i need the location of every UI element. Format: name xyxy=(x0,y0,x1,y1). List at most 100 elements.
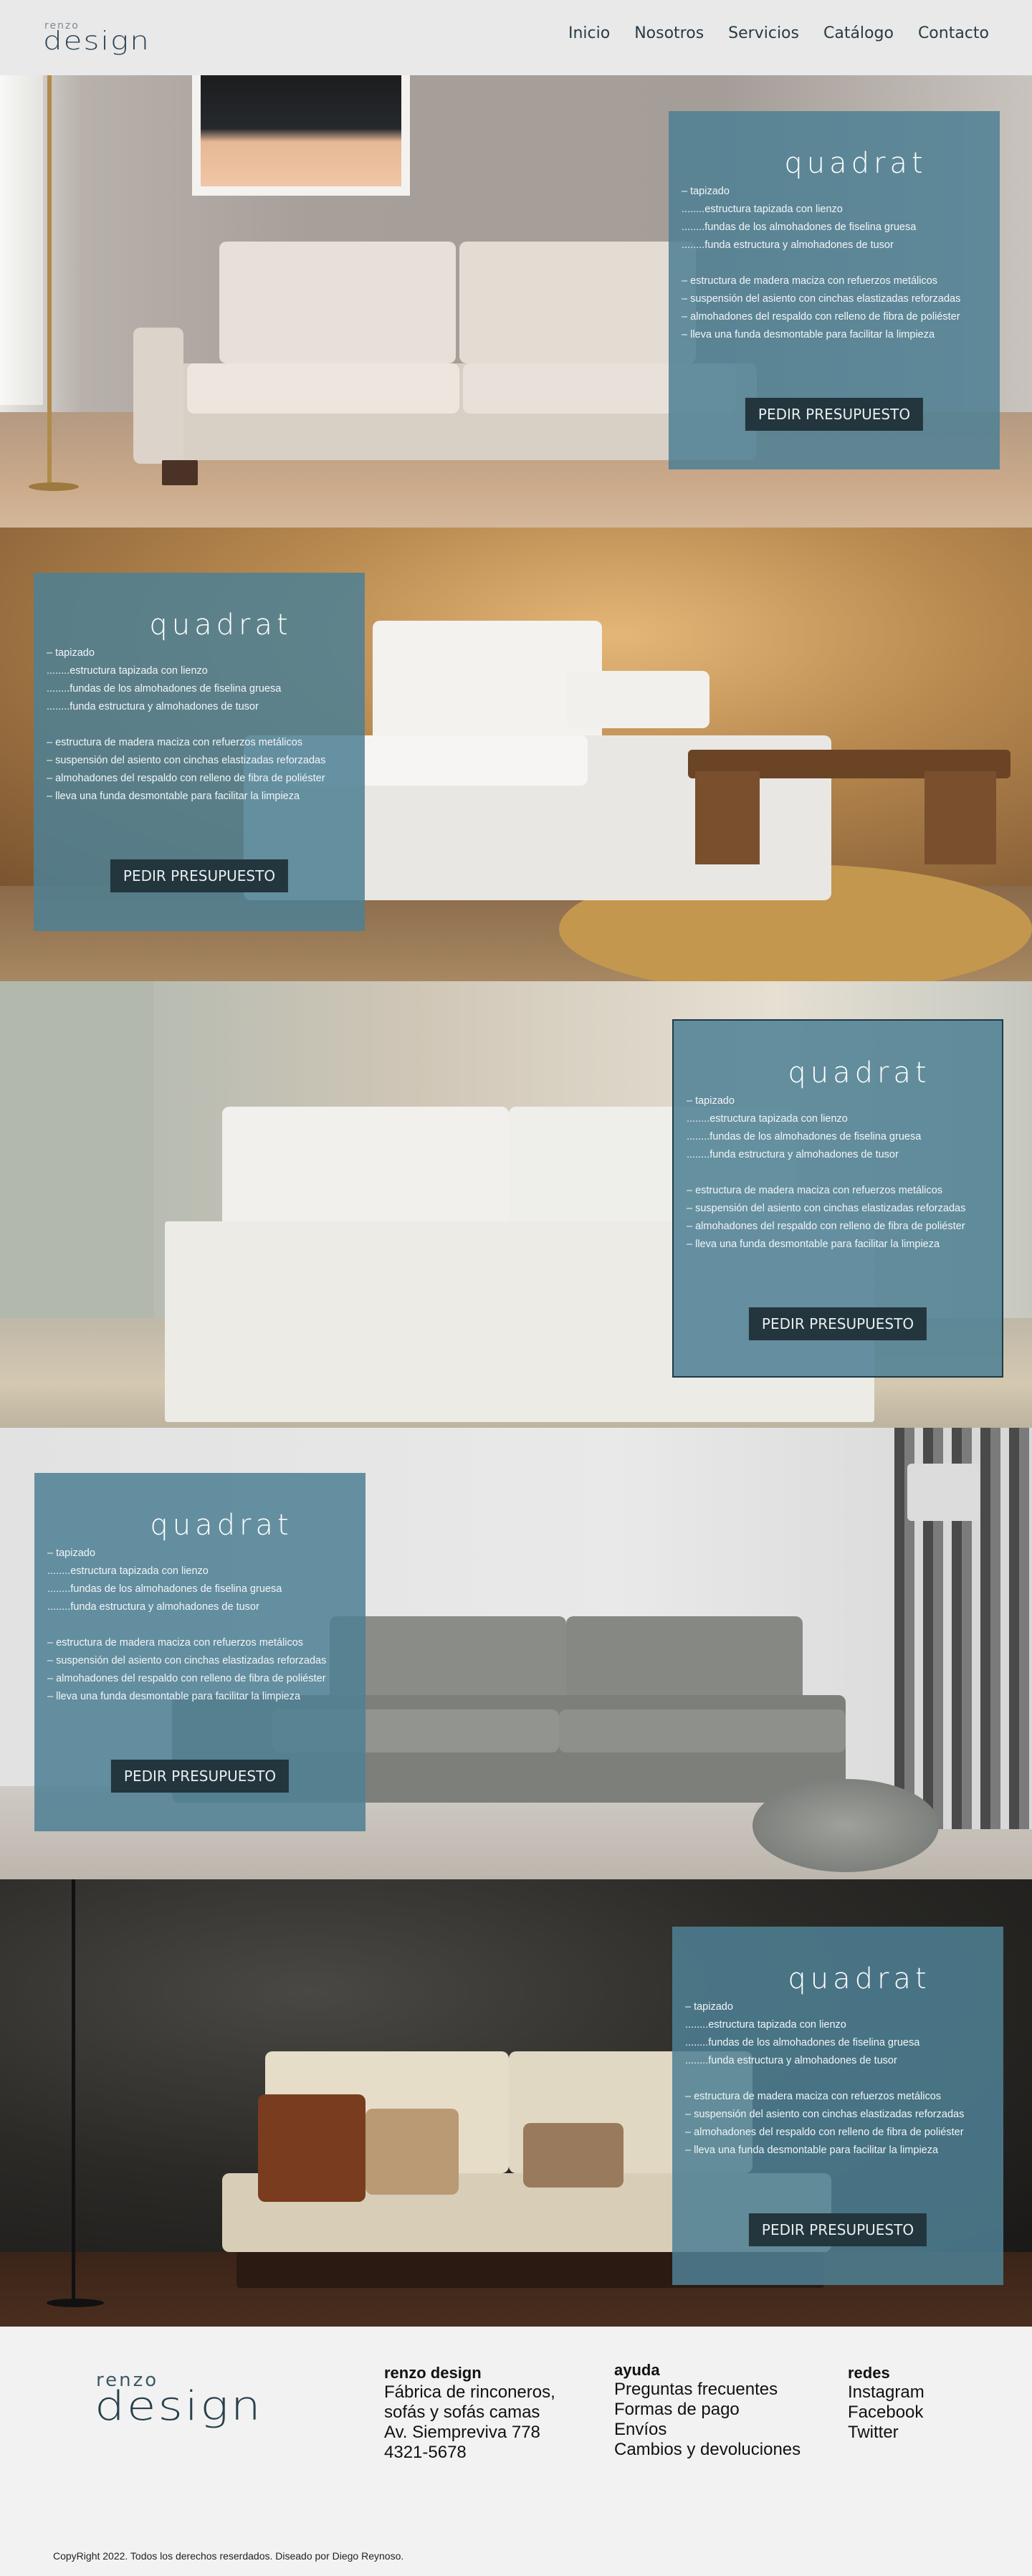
feature-item: ........fundas de los almohadones de fis… xyxy=(682,221,917,233)
feature-item: ........estructura tapizada con lienzo xyxy=(685,2019,846,2031)
logo-big-text: design xyxy=(95,2382,263,2430)
footer-col-title: renzo design xyxy=(384,2364,482,2382)
feature-item: – tapizado xyxy=(682,186,730,197)
wooden-table xyxy=(688,750,1010,872)
site-logo[interactable]: renzo design xyxy=(43,20,172,56)
feature-item: – lleva una funda desmontable para facil… xyxy=(685,2145,939,2156)
nav-item-nosotros[interactable]: Nosotros xyxy=(634,24,704,42)
feature-item: ........estructura tapizada con lienzo xyxy=(682,204,843,215)
footer-link-payment[interactable]: Formas de pago xyxy=(614,2400,801,2420)
footer-link-facebook[interactable]: Facebook xyxy=(848,2403,924,2423)
hero-section-2: quadrat – tapizado ........estructura ta… xyxy=(0,528,1032,981)
feature-item: ........fundas de los almohadones de fis… xyxy=(685,2037,920,2048)
feature-list: – tapizado ........estructura tapizada c… xyxy=(47,644,325,806)
feature-item: ........estructura tapizada con lienzo xyxy=(47,665,208,677)
feature-item: – estructura de madera maciza con refuer… xyxy=(47,1637,304,1649)
request-quote-button[interactable]: PEDIR PRESUPUESTO xyxy=(748,1307,927,1340)
window xyxy=(0,75,43,405)
product-title: quadrat xyxy=(784,147,927,180)
feature-item: – almohadones del respaldo con relleno d… xyxy=(685,2127,964,2138)
feature-item: – lleva una funda desmontable para facil… xyxy=(687,1239,940,1250)
floor-lamp-base xyxy=(29,482,79,491)
feature-item: – suspensión del asiento con cinchas ela… xyxy=(47,755,326,766)
feature-item: ........fundas de los almohadones de fis… xyxy=(47,683,282,695)
footer-col-title: redes xyxy=(848,2364,890,2382)
nav-item-servicios[interactable]: Servicios xyxy=(728,24,799,42)
feature-item: ........funda estructura y almohadones d… xyxy=(687,1149,899,1160)
footer-text: sofás y sofás camas xyxy=(384,2403,540,2422)
nav-item-inicio[interactable]: Inicio xyxy=(568,24,610,42)
request-quote-button[interactable]: PEDIR PRESUPUESTO xyxy=(110,859,289,892)
nav-item-contacto[interactable]: Contacto xyxy=(918,24,989,42)
feature-item: ........fundas de los almohadones de fis… xyxy=(47,1583,282,1595)
footer-col-company: renzo design Fábrica de rinconeros, sofá… xyxy=(384,2364,555,2463)
feature-item: – tapizado xyxy=(687,1095,735,1107)
feature-item: – almohadones del respaldo con relleno d… xyxy=(47,1673,326,1684)
hero-section-5: quadrat – tapizado ........estructura ta… xyxy=(0,1879,1032,2327)
product-title: quadrat xyxy=(788,1056,931,1089)
logo-big-text: design xyxy=(43,26,150,56)
footer-logo[interactable]: renzo design xyxy=(95,2370,310,2434)
request-quote-button[interactable]: PEDIR PRESUPUESTO xyxy=(110,1760,290,1793)
product-title: quadrat xyxy=(150,1509,293,1542)
feature-item: – suspensión del asiento con cinchas ela… xyxy=(685,2109,965,2120)
footer-link-twitter[interactable]: Twitter xyxy=(848,2423,924,2443)
hero-section-4: quadrat – tapizado ........estructura ta… xyxy=(0,1428,1032,1879)
wall-panel xyxy=(0,981,154,1318)
hero-section-3: quadrat – tapizado ........estructura ta… xyxy=(0,981,1032,1428)
feature-item: ........funda estructura y almohadones d… xyxy=(47,701,259,712)
feature-item: – estructura de madera maciza con refuer… xyxy=(682,275,938,287)
floor-lamp xyxy=(72,1879,75,2302)
footer-col-help: ayuda Preguntas frecuentes Formas de pag… xyxy=(614,2361,801,2460)
product-card: quadrat – tapizado ........estructura ta… xyxy=(672,1927,1003,2285)
footer-col-social: redes Instagram Facebook Twitter xyxy=(848,2364,924,2443)
feature-item: ........funda estructura y almohadones d… xyxy=(685,2055,897,2066)
main-nav: Inicio Nosotros Servicios Catálogo Conta… xyxy=(544,24,989,42)
product-title: quadrat xyxy=(788,1962,931,1995)
feature-item: – suspensión del asiento con cinchas ela… xyxy=(687,1203,966,1214)
feature-item: ........estructura tapizada con lienzo xyxy=(687,1113,848,1125)
floor-lamp xyxy=(47,75,52,484)
feature-item: – almohadones del respaldo con relleno d… xyxy=(687,1221,965,1232)
feature-item: ........fundas de los almohadones de fis… xyxy=(687,1131,922,1142)
feature-item: – lleva una funda desmontable para facil… xyxy=(682,329,935,340)
feature-item: – suspensión del asiento con cinchas ela… xyxy=(47,1655,327,1666)
feature-item: – lleva una funda desmontable para facil… xyxy=(47,1691,301,1702)
feature-item: – estructura de madera maciza con refuer… xyxy=(687,1185,943,1196)
floor-lamp-base xyxy=(47,2299,104,2307)
footer-link-shipping[interactable]: Envíos xyxy=(614,2420,801,2440)
feature-item: – tapizado xyxy=(47,647,95,659)
feature-list: – tapizado ........estructura tapizada c… xyxy=(685,1998,964,2160)
footer-text: 4321-5678 xyxy=(384,2443,467,2462)
site-footer: renzo design renzo design Fábrica de rin… xyxy=(0,2327,1032,2576)
request-quote-button[interactable]: PEDIR PRESUPUESTO xyxy=(745,398,924,431)
feature-item: ........funda estructura y almohadones d… xyxy=(682,239,894,251)
nav-item-catalogo[interactable]: Catálogo xyxy=(823,24,894,42)
hero-section-1: quadrat – tapizado ........estructura ta… xyxy=(0,75,1032,528)
feature-item: – tapizado xyxy=(47,1547,95,1559)
footer-link-returns[interactable]: Cambios y devoluciones xyxy=(614,2440,801,2460)
product-card: quadrat – tapizado ........estructura ta… xyxy=(34,573,365,931)
product-card: quadrat – tapizado ........estructura ta… xyxy=(669,111,1000,469)
floor-lamp xyxy=(907,1464,979,1521)
footer-link-faq[interactable]: Preguntas frecuentes xyxy=(614,2380,801,2400)
site-header: renzo design Inicio Nosotros Servicios C… xyxy=(0,0,1032,75)
feature-item: – almohadones del respaldo con relleno d… xyxy=(682,311,960,323)
pouf xyxy=(752,1779,939,1872)
copyright-text: CopyRight 2022. Todos los derechos reser… xyxy=(53,2550,404,2562)
feature-item: – tapizado xyxy=(685,2001,733,2013)
feature-item: – estructura de madera maciza con refuer… xyxy=(685,2091,942,2102)
feature-item: – lleva una funda desmontable para facil… xyxy=(47,791,300,802)
feature-list: – tapizado ........estructura tapizada c… xyxy=(687,1092,965,1254)
footer-col-title: ayuda xyxy=(614,2361,660,2379)
feature-item: ........estructura tapizada con lienzo xyxy=(47,1565,209,1577)
request-quote-button[interactable]: PEDIR PRESUPUESTO xyxy=(748,2213,927,2246)
feature-item: – almohadones del respaldo con relleno d… xyxy=(47,773,325,784)
product-card: quadrat – tapizado ........estructura ta… xyxy=(34,1473,366,1831)
feature-item: – suspensión del asiento con cinchas ela… xyxy=(682,293,961,305)
footer-text: Av. Siempreviva 778 xyxy=(384,2423,540,2442)
footer-link-instagram[interactable]: Instagram xyxy=(848,2382,924,2403)
feature-list: – tapizado ........estructura tapizada c… xyxy=(47,1545,326,1706)
feature-item: – estructura de madera maciza con refuer… xyxy=(47,737,303,748)
product-title: quadrat xyxy=(149,609,292,641)
